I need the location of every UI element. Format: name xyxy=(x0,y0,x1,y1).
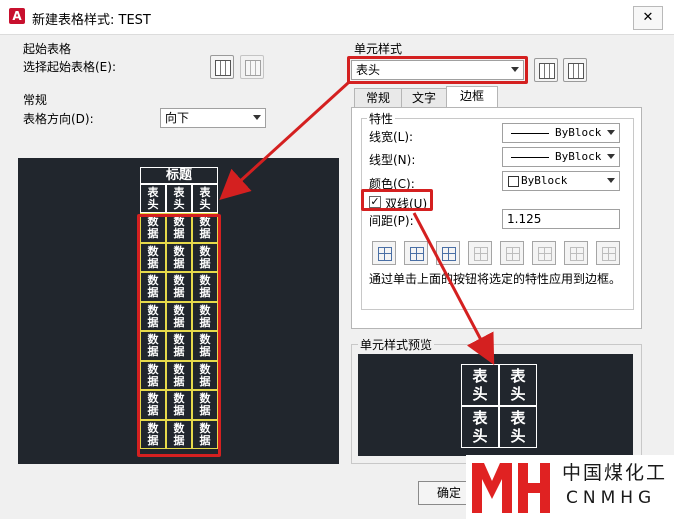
watermark-letters: CNMHG xyxy=(566,488,657,508)
watermark-logo xyxy=(472,463,550,513)
watermark-name: 中国煤化工 xyxy=(562,462,668,484)
arrow-to-preview-header xyxy=(219,81,350,201)
arrow-to-cell-preview xyxy=(412,212,495,365)
annotation-arrows xyxy=(219,81,495,365)
